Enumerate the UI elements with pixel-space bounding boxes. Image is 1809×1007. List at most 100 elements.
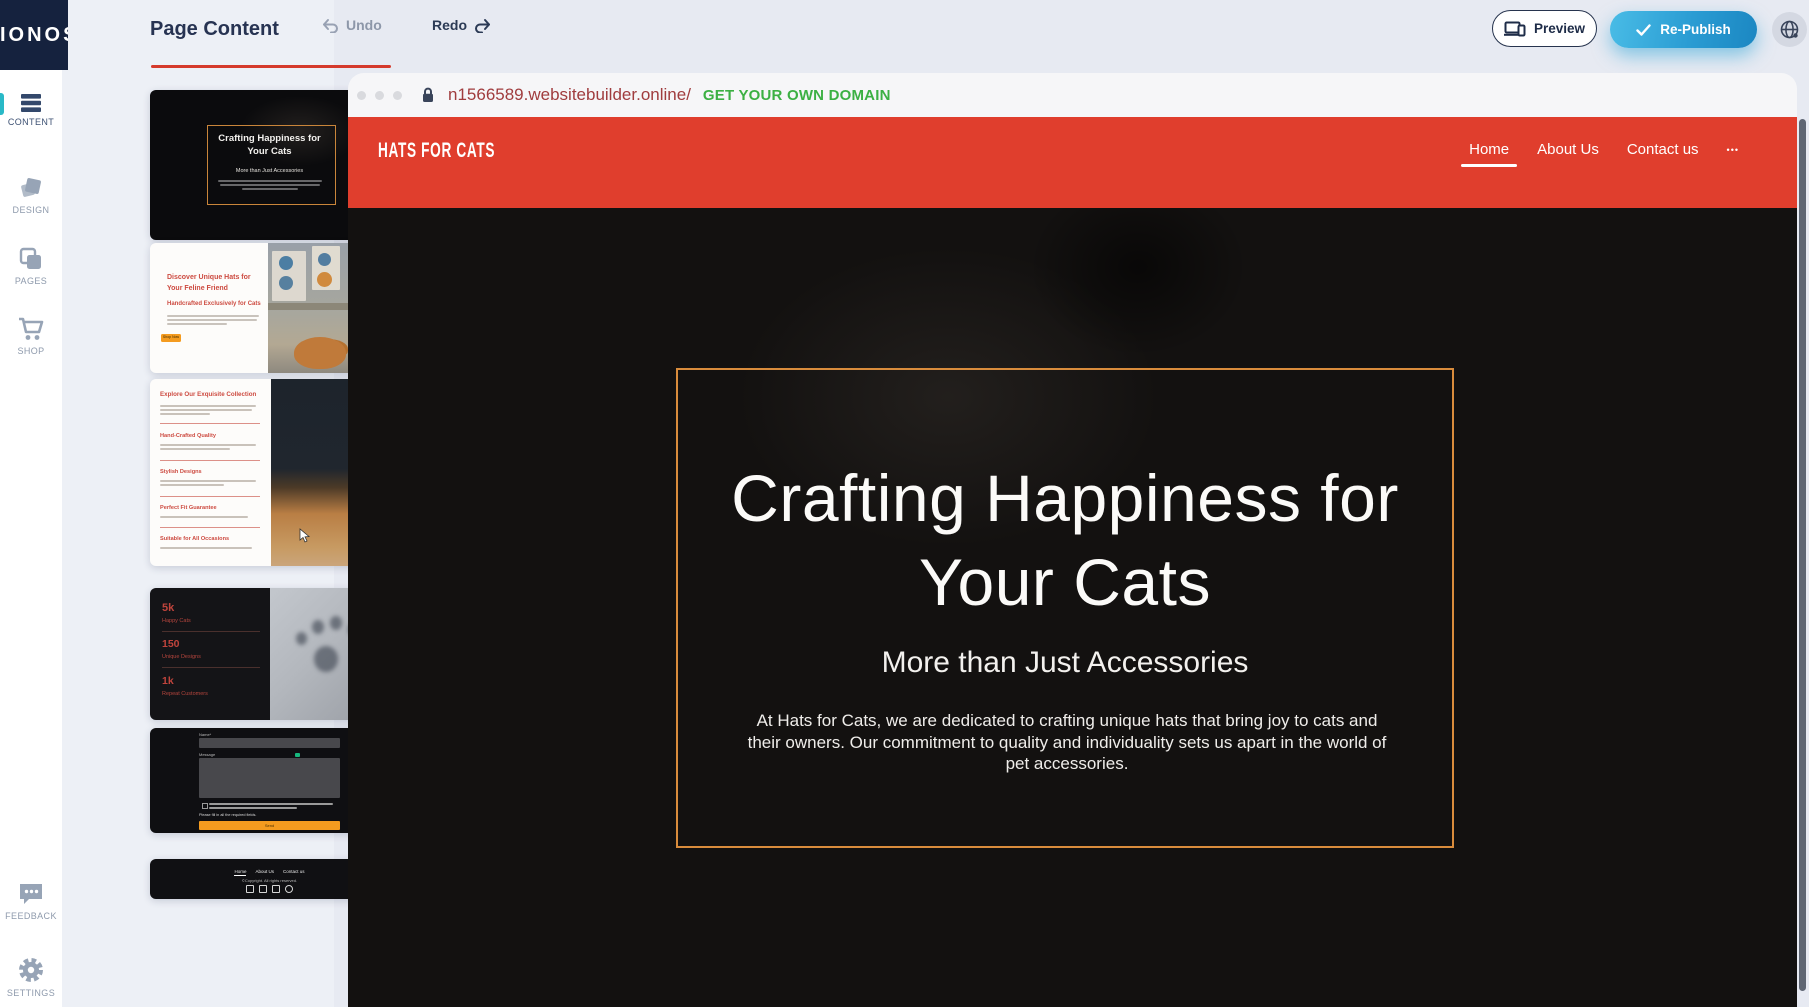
sidebar-item-label: SHOP [0, 346, 62, 356]
thumb-features-subheading: Handcrafted Exclusively for Cats [167, 301, 261, 307]
paw-toe [296, 632, 307, 645]
nav-overflow-menu[interactable]: ••• [1727, 145, 1739, 155]
sidebar-item-label: DESIGN [0, 205, 62, 215]
thumb-text-line [160, 547, 252, 549]
sidebar-item-label: SETTINGS [0, 988, 62, 998]
ionos-logo: IONOS [0, 0, 68, 70]
republish-label: Re-Publish [1660, 22, 1731, 37]
thumb-collection-feature: Hand-Crafted Quality [160, 433, 216, 439]
sidebar-rail: CONTENT DESIGN PAGES [0, 0, 62, 1007]
selected-hero-block[interactable]: Crafting Happiness for Your Cats More th… [676, 368, 1454, 848]
sidebar-item-content[interactable]: CONTENT [0, 93, 62, 127]
thumb-hero-text-line [242, 188, 298, 190]
preview-button[interactable]: Preview [1492, 10, 1597, 47]
sidebar-item-design[interactable]: DESIGN [0, 175, 62, 215]
thumb-text-line [160, 516, 248, 518]
thumb-form-checkbox [202, 803, 208, 809]
sidebar-item-pages[interactable]: PAGES [0, 246, 62, 286]
preview-label: Preview [1534, 21, 1585, 36]
sidebar-item-shop[interactable]: SHOP [0, 316, 62, 356]
redo-icon [474, 18, 491, 33]
settings-gear-icon [17, 956, 45, 984]
thumb-footer-link: Home [234, 869, 246, 876]
thumb-collection-heading: Explore Our Exquisite Collection [160, 391, 256, 398]
photo-dish [317, 272, 332, 287]
site-nav: Home About Us Contact us ••• [1469, 141, 1739, 158]
thumb-text-line [167, 323, 227, 325]
thumb-divider [160, 496, 260, 497]
panel-title-underline [151, 65, 391, 68]
check-icon [1636, 24, 1651, 36]
thumb-text-line [209, 807, 297, 809]
photo-bowl [318, 253, 331, 266]
thumb-form-name-label: Name* [199, 732, 211, 737]
sidebar-item-settings[interactable]: SETTINGS [0, 956, 62, 998]
browser-chrome: n1566589.websitebuilder.online/ GET YOUR… [348, 73, 1797, 117]
undo-label: Undo [346, 17, 382, 33]
thumb-form-send-button: Send [199, 821, 340, 830]
language-globe-button[interactable] [1772, 12, 1807, 47]
globe-icon [1779, 19, 1800, 40]
hero-subtitle[interactable]: More than Just Accessories [678, 646, 1452, 680]
thumb-divider [162, 667, 260, 668]
photo-cat [294, 337, 346, 369]
thumb-hero-text-line [220, 184, 320, 186]
devices-icon [1504, 21, 1526, 37]
hero-title-line1: Crafting Happiness for [678, 456, 1452, 540]
thumb-divider [160, 527, 260, 528]
nav-item-about-us[interactable]: About Us [1537, 141, 1599, 158]
social-icon [272, 885, 280, 893]
thumb-form-message-textarea [199, 758, 340, 798]
social-icon [285, 885, 293, 893]
thumb-stat-label: Unique Designs [162, 654, 201, 660]
thumb-text-line [160, 484, 224, 486]
get-your-own-domain-link[interactable]: GET YOUR OWN DOMAIN [703, 87, 891, 104]
sidebar-item-label: PAGES [0, 276, 62, 286]
thumb-shop-now-button: Shop Now [161, 334, 181, 342]
photo-bowl [279, 276, 293, 290]
thumb-footer-link: Contact us [283, 869, 305, 876]
photo-bowl [279, 256, 293, 270]
hero-title-line2: Your Cats [678, 540, 1452, 624]
thumb-divider [160, 423, 260, 424]
redo-button[interactable]: Redo [432, 17, 491, 33]
design-icon [18, 175, 44, 201]
thumb-collection-feature: Perfect Fit Guarantee [160, 505, 217, 511]
site-header: HATS FOR CATS Home About Us Contact us •… [348, 117, 1797, 208]
thumb-divider [162, 631, 260, 632]
thumb-text-line [167, 319, 257, 321]
redo-label: Redo [432, 17, 467, 33]
social-icon [246, 885, 254, 893]
thumb-text-line [160, 444, 256, 446]
thumb-collection-feature: Suitable for All Occasions [160, 536, 229, 542]
thumb-hero-text-line [218, 180, 322, 182]
shop-cart-icon [17, 316, 45, 342]
preview-scrollbar[interactable] [1799, 119, 1806, 991]
thumb-form-badge [295, 753, 300, 757]
feedback-bubble-icon [17, 881, 45, 907]
undo-button[interactable]: Undo [322, 17, 382, 33]
sidebar-item-feedback[interactable]: FEEDBACK [0, 881, 62, 921]
republish-button[interactable]: Re-Publish [1610, 11, 1757, 48]
browser-dots [357, 91, 402, 100]
paw-toe [312, 620, 324, 634]
pages-icon [18, 246, 44, 272]
thumb-footer-link: About Us [255, 869, 274, 876]
thumb-text-line [160, 405, 256, 407]
nav-item-home[interactable]: Home [1469, 141, 1509, 158]
thumb-stat-label: Repeat Customers [162, 691, 208, 697]
hero-title[interactable]: Crafting Happiness for Your Cats [678, 456, 1452, 624]
thumb-stat-value: 150 [162, 638, 180, 650]
panel-title: Page Content [150, 18, 279, 41]
thumb-text-line [209, 803, 333, 805]
hero-body-text[interactable]: At Hats for Cats, we are dedicated to cr… [747, 710, 1387, 775]
site-url[interactable]: n1566589.websitebuilder.online/ [448, 85, 691, 105]
thumb-text-line [167, 315, 259, 317]
nav-item-contact-us[interactable]: Contact us [1627, 141, 1699, 158]
thumb-stat-value: 5k [162, 602, 174, 614]
site-brand-logo[interactable]: HATS FOR CATS [378, 139, 495, 163]
paw-pad [314, 646, 338, 672]
page-content-panel: Page Content Crafting Happiness for Your… [62, 0, 334, 1007]
sidebar-item-label: FEEDBACK [0, 911, 62, 921]
thumb-divider [160, 460, 260, 461]
